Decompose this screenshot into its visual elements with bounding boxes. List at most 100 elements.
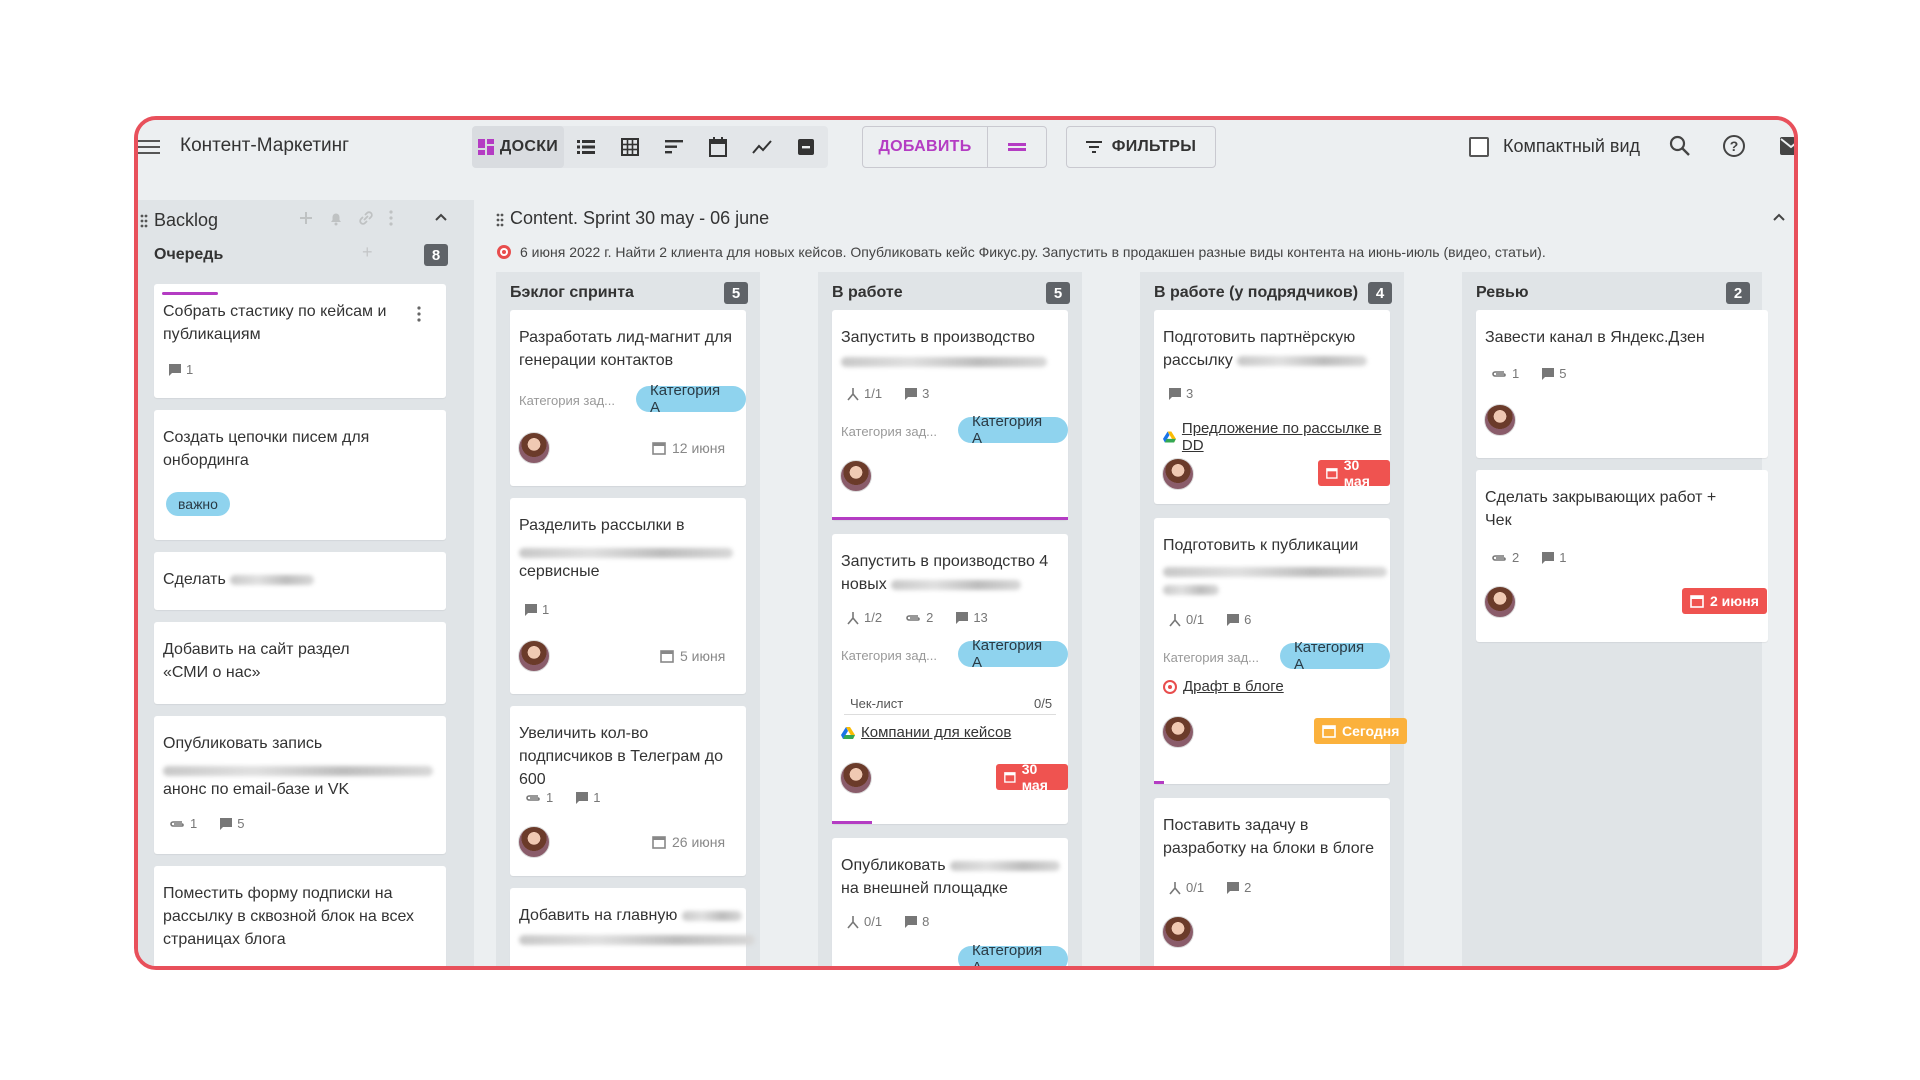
chart-view-button[interactable] <box>740 126 784 168</box>
task-card[interactable]: Поставить задачу в разработку на блоки в… <box>1154 798 1390 966</box>
overdue-badge: 30 мая <box>1318 457 1390 489</box>
add-button[interactable]: ДОБАВИТЬ <box>863 127 988 167</box>
avatar[interactable] <box>840 762 872 794</box>
task-card[interactable]: Опубликовать на внешней площадке 0/1 8 К… <box>832 838 1068 966</box>
backlog-card[interactable]: Опубликовать запись анонс по email-базе … <box>154 716 446 854</box>
target-icon <box>497 245 511 259</box>
card-title-line: на внешней площадке <box>841 880 1008 897</box>
search-icon[interactable] <box>1668 134 1692 158</box>
avatar[interactable] <box>1484 404 1516 436</box>
blog-link-text[interactable]: Драфт в блоге <box>1183 678 1284 695</box>
avatar[interactable] <box>840 460 872 492</box>
table-icon <box>621 138 639 156</box>
task-card[interactable]: Разработать лид-магнит для генерации кон… <box>510 310 746 486</box>
comment-icon <box>1542 551 1555 564</box>
redacted-text <box>1237 355 1368 366</box>
add-button-group: ДОБАВИТЬ <box>862 126 1047 168</box>
task-card[interactable]: Добавить на главную <box>510 888 755 966</box>
compact-view-checkbox[interactable] <box>1469 136 1489 157</box>
doc-link-text[interactable]: Компании для кейсов <box>861 724 1011 741</box>
chevron-up-icon[interactable] <box>1772 212 1786 222</box>
backlog-card[interactable]: Добавить на сайт раздел «СМИ о нас» <box>154 622 446 704</box>
more-vertical-icon[interactable] <box>416 306 422 322</box>
drag-handle-icon[interactable] <box>496 213 504 227</box>
comment-count: 8 <box>922 914 930 929</box>
backlog-card[interactable]: Собрать стастику по кейсам и публикациям… <box>154 284 446 398</box>
subtask-count: 0/1 <box>1186 612 1205 627</box>
google-drive-icon <box>841 726 855 739</box>
archive-view-button[interactable] <box>784 126 828 168</box>
category-tag: Категория А <box>636 382 746 416</box>
task-card[interactable]: Запустить в производство 1/1 3 Категория… <box>832 310 1068 520</box>
drag-handle-icon[interactable] <box>140 214 148 228</box>
task-card[interactable]: Подготовить к публикации 0/1 6 Категория… <box>1154 518 1408 784</box>
avatar[interactable] <box>1162 716 1194 748</box>
card-title-line: анонс по email-базе и VK <box>163 781 350 798</box>
backlog-card[interactable]: Поместить форму подписки на рассылку в с… <box>154 866 446 966</box>
add-options-button[interactable] <box>988 127 1046 167</box>
redacted-text <box>519 934 755 945</box>
chevron-up-icon[interactable] <box>434 212 448 222</box>
redacted-line <box>841 350 1047 373</box>
avatar[interactable] <box>518 432 550 464</box>
avatar[interactable] <box>1162 458 1194 490</box>
sprint-goal: 6 июня 2022 г. Найти 2 клиента для новых… <box>496 244 1546 260</box>
subtask-count: 0/1 <box>1186 880 1205 895</box>
due-badge-text: 30 мая <box>1343 457 1370 489</box>
queue-count-badge: 8 <box>424 244 448 266</box>
list-view-button[interactable] <box>564 126 608 168</box>
attachment-icon <box>906 614 920 621</box>
mail-icon[interactable] <box>1780 137 1798 155</box>
card-meta: 1 <box>524 602 549 617</box>
task-card[interactable]: Увеличить кол-во подписчиков в Телеграм … <box>510 706 746 876</box>
more-vertical-icon[interactable] <box>388 210 394 226</box>
google-drive-icon <box>1163 431 1176 443</box>
doc-link[interactable]: Предложение по рассылке в DD <box>1163 420 1390 454</box>
backlog-card[interactable]: Сделать <box>154 552 446 610</box>
bell-icon[interactable] <box>328 210 344 226</box>
compact-view-label: Компактный вид <box>1503 136 1641 156</box>
overdue-badge: 2 июня <box>1682 588 1767 614</box>
blog-link[interactable]: Драфт в блоге <box>1163 678 1284 695</box>
compact-view-toggle[interactable]: Компактный вид <box>1469 136 1640 157</box>
comment-icon <box>576 791 589 804</box>
table-view-button[interactable] <box>608 126 652 168</box>
redacted-text <box>1163 584 1219 595</box>
menu-icon[interactable] <box>138 137 160 155</box>
card-title: Добавить на главную <box>519 904 742 927</box>
card-title: Опубликовать <box>841 854 1061 877</box>
calendar-view-button[interactable] <box>696 126 740 168</box>
avatar[interactable] <box>518 640 550 672</box>
category-label: Категория зад... <box>1163 650 1259 665</box>
link-icon[interactable] <box>358 210 374 226</box>
boards-view-button[interactable]: ДОСКИ <box>472 126 564 168</box>
redacted-line <box>1163 578 1219 601</box>
card-title-text: рассылку <box>1163 352 1233 369</box>
filters-button[interactable]: ФИЛЬТРЫ <box>1066 126 1216 168</box>
calendar-icon <box>1690 595 1704 608</box>
comment-icon <box>220 817 233 830</box>
avatar[interactable] <box>1162 916 1194 948</box>
queue-add-icon[interactable]: + <box>362 242 373 263</box>
plus-icon[interactable] <box>298 210 314 226</box>
comment-count: 13 <box>973 610 988 625</box>
help-icon[interactable]: ? <box>1722 134 1746 158</box>
backlog-card[interactable]: Создать цепочки писем для онбординга важ… <box>154 410 446 540</box>
task-card[interactable]: Подготовить партнёрскую рассылку 3 Предл… <box>1154 310 1390 504</box>
comment-count: 5 <box>237 816 245 831</box>
due-date: 5 июня <box>660 648 725 664</box>
avatar[interactable] <box>1484 586 1516 618</box>
task-card[interactable]: Запустить в производство 4 новых 1/2 2 1… <box>832 534 1068 824</box>
avatar[interactable] <box>518 826 550 858</box>
redacted-line <box>519 928 755 951</box>
task-card[interactable]: Сделать закрывающих работ + Чек 2 1 2 ию… <box>1476 470 1768 642</box>
doc-link-text[interactable]: Предложение по рассылке в DD <box>1182 420 1390 454</box>
checklist-progress: 0/5 <box>1034 696 1053 711</box>
gantt-view-button[interactable] <box>652 126 696 168</box>
column-title: В работе <box>832 284 903 301</box>
calendar-icon <box>1004 772 1016 783</box>
card-meta: 1 5 <box>1490 366 1584 381</box>
task-card[interactable]: Завести канал в Яндекс.Дзен 1 5 <box>1476 310 1768 458</box>
task-card[interactable]: Разделить рассылки в сервисные 1 5 июня <box>510 498 746 694</box>
doc-link[interactable]: Компании для кейсов <box>841 724 1011 741</box>
